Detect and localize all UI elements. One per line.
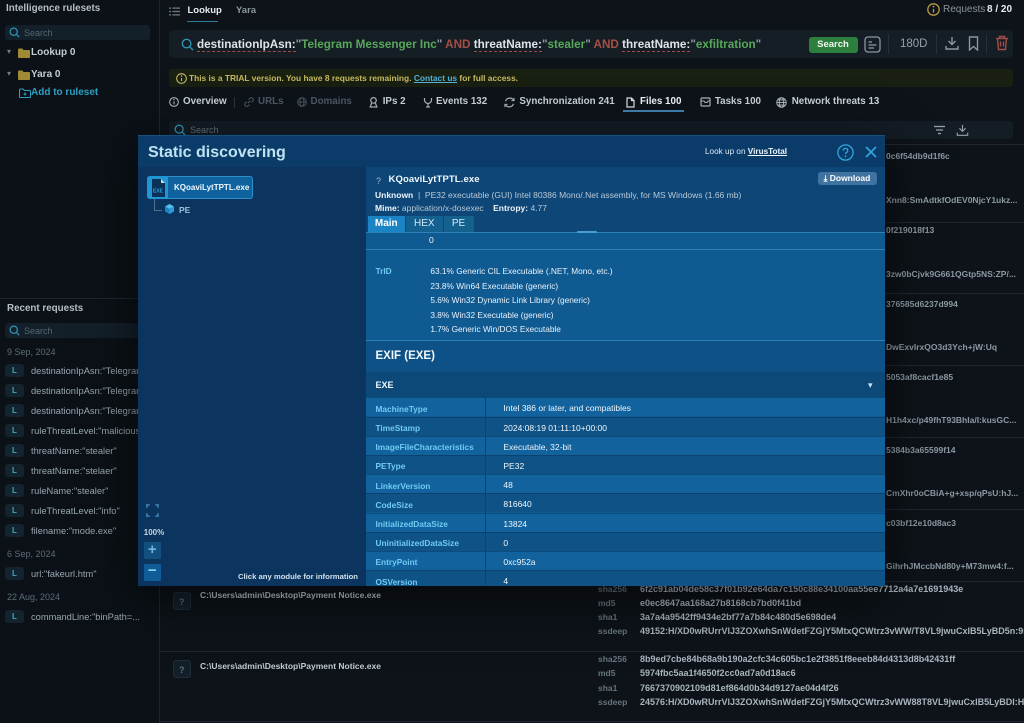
svg-text:EXE: EXE: [152, 188, 163, 194]
